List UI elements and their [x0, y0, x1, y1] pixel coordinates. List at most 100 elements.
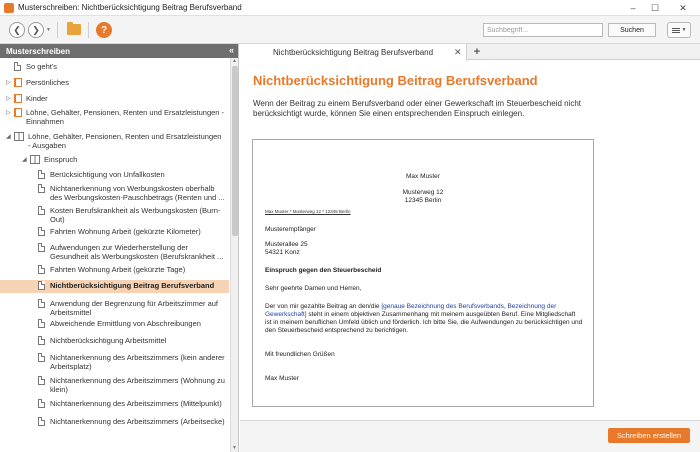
tree-item-document[interactable]: So geht's [0, 61, 229, 73]
tree-item-label: Abweichende Ermittlung von Abschreibunge… [50, 319, 201, 328]
sidebar: Musterschreiben « So geht's ▷ Persönliches… [0, 44, 239, 452]
tree-item-document[interactable]: Berücksichtigung von Unfallkosten [0, 169, 229, 181]
tree-item-document[interactable]: Nichtberücksichtigung Arbeitsmittel [0, 335, 229, 347]
tree-item-label: Kinder [26, 94, 48, 103]
tree-item-document[interactable]: Nichtberücksichtigung Beitrag Berufsverb… [0, 280, 229, 293]
scroll-up-icon[interactable]: ▲ [232, 58, 237, 64]
open-book-icon [14, 132, 24, 141]
tree-item-label: Nichtanerkennung des Arbeitszimmers (kei… [50, 353, 225, 371]
toolbar-divider [57, 22, 58, 38]
document-icon [38, 227, 45, 236]
tree-item-folder[interactable]: ▷ Persönliches [0, 77, 229, 89]
folder-icon[interactable] [67, 22, 81, 35]
collapse-arrow-icon[interactable]: ◢ [22, 156, 30, 165]
letter-closing: Mit freundlichen Grüßen [265, 351, 335, 358]
tree-item-label: Kosten Berufskrankheit als Werbungskoste… [50, 206, 221, 224]
add-tab-icon[interactable]: + [471, 46, 483, 58]
tree-item-document[interactable]: Nichtanerkennung des Arbeitszimmers (kei… [0, 352, 229, 372]
recipient-name: Musterempfänger [265, 226, 316, 233]
tree-item-document[interactable]: Fahrten Wohnung Arbeit (gekürzte Tage) [0, 264, 229, 276]
tree-item-document[interactable]: Anwendung der Begrenzung für Arbeitszimm… [0, 298, 229, 318]
sidebar-title: Musterschreiben [6, 46, 71, 56]
tree-item-label: Berücksichtigung von Unfallkosten [50, 170, 165, 179]
document-icon [38, 281, 45, 290]
tree-item-label: Nichtberücksichtigung Arbeitsmittel [50, 336, 167, 345]
tree-item-document[interactable]: Aufwendungen zur Wiederherstellung der G… [0, 242, 229, 262]
tree-item-label: Einspruch [44, 155, 78, 164]
tree-item-label: Anwendung der Begrenzung für Arbeitszimm… [50, 299, 219, 317]
back-arrow-icon[interactable]: ❮ [9, 22, 25, 38]
letter-body-intro: Der von mir gezahlte Beitrag an den/die [265, 303, 382, 310]
scroll-down-icon[interactable]: ▼ [232, 445, 237, 451]
tree-item-document[interactable]: Nichtanerkennung des Arbeitszimmers (Mit… [0, 398, 229, 410]
tree-item-label: Nichtanerkennung des Arbeitszimmers (Mit… [50, 399, 222, 408]
letter-body: Der von mir gezahlte Beitrag an den/die … [265, 303, 583, 335]
letter-preview: Max Muster Musterweg 12 12345 Berlin Max… [252, 139, 594, 407]
letter-subject: Einspruch gegen den Steuerbescheid [265, 267, 382, 274]
hamburger-menu-icon[interactable]: ▼ [667, 22, 691, 38]
document-icon [38, 336, 45, 345]
collapse-arrow-icon[interactable]: ◢ [6, 133, 14, 142]
tree-item-label: Fahrten Wohnung Arbeit (gekürzte Tage) [50, 265, 186, 274]
recipient-street: Musterallee 25 [265, 241, 308, 248]
recipient-city: 54321 Konz [265, 249, 300, 256]
tree-item-label: Aufwendungen zur Wiederherstellung der G… [50, 243, 224, 261]
document-icon [38, 206, 45, 215]
sender-name: Max Muster [406, 173, 440, 180]
open-book-icon [30, 155, 40, 164]
letter-body-rest: steht in einem objektiven Zusammenhang m… [265, 311, 583, 334]
window-title: Musterschreiben: Nichtberücksichtigung B… [18, 3, 242, 12]
tree-item-label: Nichtberücksichtigung Beitrag Berufsverb… [50, 281, 215, 290]
tree-item-label: Nichtanerkennung des Arbeitszimmers (Arb… [50, 417, 225, 426]
tree-item-document[interactable]: Nichtanerkennung von Werbungskosten ober… [0, 183, 229, 203]
window-controls: – ☐ ✕ [622, 0, 700, 16]
minimize-button[interactable]: – [622, 0, 644, 16]
sender-city: 12345 Berlin [404, 197, 442, 204]
tab-bar: Nichtberücksichtigung Beitrag Berufsverb… [240, 44, 700, 61]
toolbar-divider [88, 22, 89, 38]
toolbar: ❮ ❯ ▼ ? Suchen ▼ [0, 16, 700, 44]
document-icon [38, 319, 45, 328]
tree-item-label: Löhne, Gehälter, Pensionen, Renten und E… [26, 108, 225, 126]
book-icon [14, 108, 22, 117]
scroll-thumb[interactable] [232, 66, 238, 236]
tree-item-folder[interactable]: ▷ Löhne, Gehälter, Pensionen, Renten und … [0, 107, 229, 127]
forward-arrow-icon[interactable]: ❯ [28, 22, 44, 38]
page-title: Nichtberücksichtigung Beitrag Berufsverb… [253, 73, 538, 88]
expand-arrow-icon[interactable]: ▷ [6, 109, 14, 118]
tree-item-label: Nichtanerkennung von Werbungskosten ober… [50, 184, 225, 202]
help-icon[interactable]: ? [96, 22, 112, 38]
tree-item-label: Fahrten Wohnung Arbeit (gekürzte Kilomet… [50, 227, 201, 236]
close-button[interactable]: ✕ [666, 0, 700, 16]
sidebar-scrollbar[interactable]: ▲ ▼ [230, 58, 238, 452]
tree-item-document[interactable]: Nichtanerkennung des Arbeitszimmers (Woh… [0, 375, 229, 395]
letter-signature: Max Muster [265, 375, 299, 382]
search-button[interactable]: Suchen [608, 23, 656, 37]
create-letter-button[interactable]: Schreiben erstellen [608, 428, 690, 443]
tree-item-folder[interactable]: ▷ Kinder [0, 93, 229, 105]
tree-item-folder[interactable]: ◢ Einspruch [0, 154, 229, 166]
maximize-button[interactable]: ☐ [644, 0, 666, 16]
document-icon [38, 265, 45, 274]
tree-item-document[interactable]: Fahrten Wohnung Arbeit (gekürzte Kilomet… [0, 226, 229, 238]
expand-arrow-icon[interactable]: ▷ [6, 95, 14, 104]
letter-salutation: Sehr geehrte Damen und Herren, [265, 285, 362, 292]
expand-arrow-icon[interactable]: ▷ [6, 79, 14, 88]
tree-item-label: So geht's [26, 62, 58, 71]
tree-item-label: Nichtanerkennung des Arbeitszimmers (Woh… [50, 376, 225, 394]
tree-item-folder[interactable]: ◢ Löhne, Gehälter, Pensionen, Renten und … [0, 131, 229, 151]
tree-item-document[interactable]: Kosten Berufskrankheit als Werbungskoste… [0, 205, 229, 225]
search-input[interactable] [483, 23, 603, 37]
sender-street: Musterweg 12 [402, 189, 444, 196]
tab-close-icon[interactable]: ✕ [454, 47, 462, 58]
main-content: Nichtberücksichtigung Beitrag Berufsverb… [240, 44, 700, 452]
tree-item-document[interactable]: Nichtanerkennung des Arbeitszimmers (Arb… [0, 416, 229, 436]
history-dropdown-icon[interactable]: ▼ [46, 27, 51, 33]
tree-item-document[interactable]: Abweichende Ermittlung von Abschreibunge… [0, 318, 229, 330]
document-icon [38, 299, 45, 308]
sender-return-line: Max Muster * Musterweg 12 * 12345 Berlin [265, 209, 351, 214]
tab-label: Nichtberücksichtigung Beitrag Berufsverb… [272, 48, 434, 57]
collapse-sidebar-icon[interactable]: « [229, 45, 234, 55]
document-icon [38, 417, 45, 426]
tab-active[interactable]: Nichtberücksichtigung Beitrag Berufsverb… [240, 44, 467, 61]
